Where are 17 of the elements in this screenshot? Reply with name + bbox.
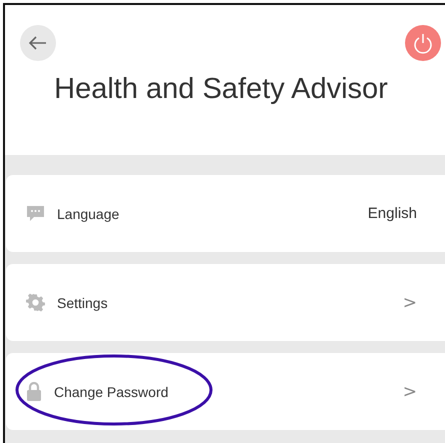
chevron-icon: > [402,292,417,312]
page-title: Health and Safety Advisor [53,73,389,106]
item-value: English [368,205,417,222]
item-label: Language [57,206,120,222]
chat-icon [26,205,45,222]
gear-icon [26,293,45,312]
back-arrow-icon [29,36,47,50]
menu-item[interactable]: Settings > [6,264,445,341]
menu-item[interactable]: Change Password > [6,353,445,430]
item-label: Change Password [54,384,170,400]
back-button[interactable] [20,25,56,61]
menu-item[interactable]: Language English [6,175,445,252]
lock-icon [26,382,42,401]
item-label: Settings [57,294,109,310]
chevron-icon: > [402,382,417,402]
power-button[interactable] [405,25,441,61]
power-icon [413,32,433,54]
